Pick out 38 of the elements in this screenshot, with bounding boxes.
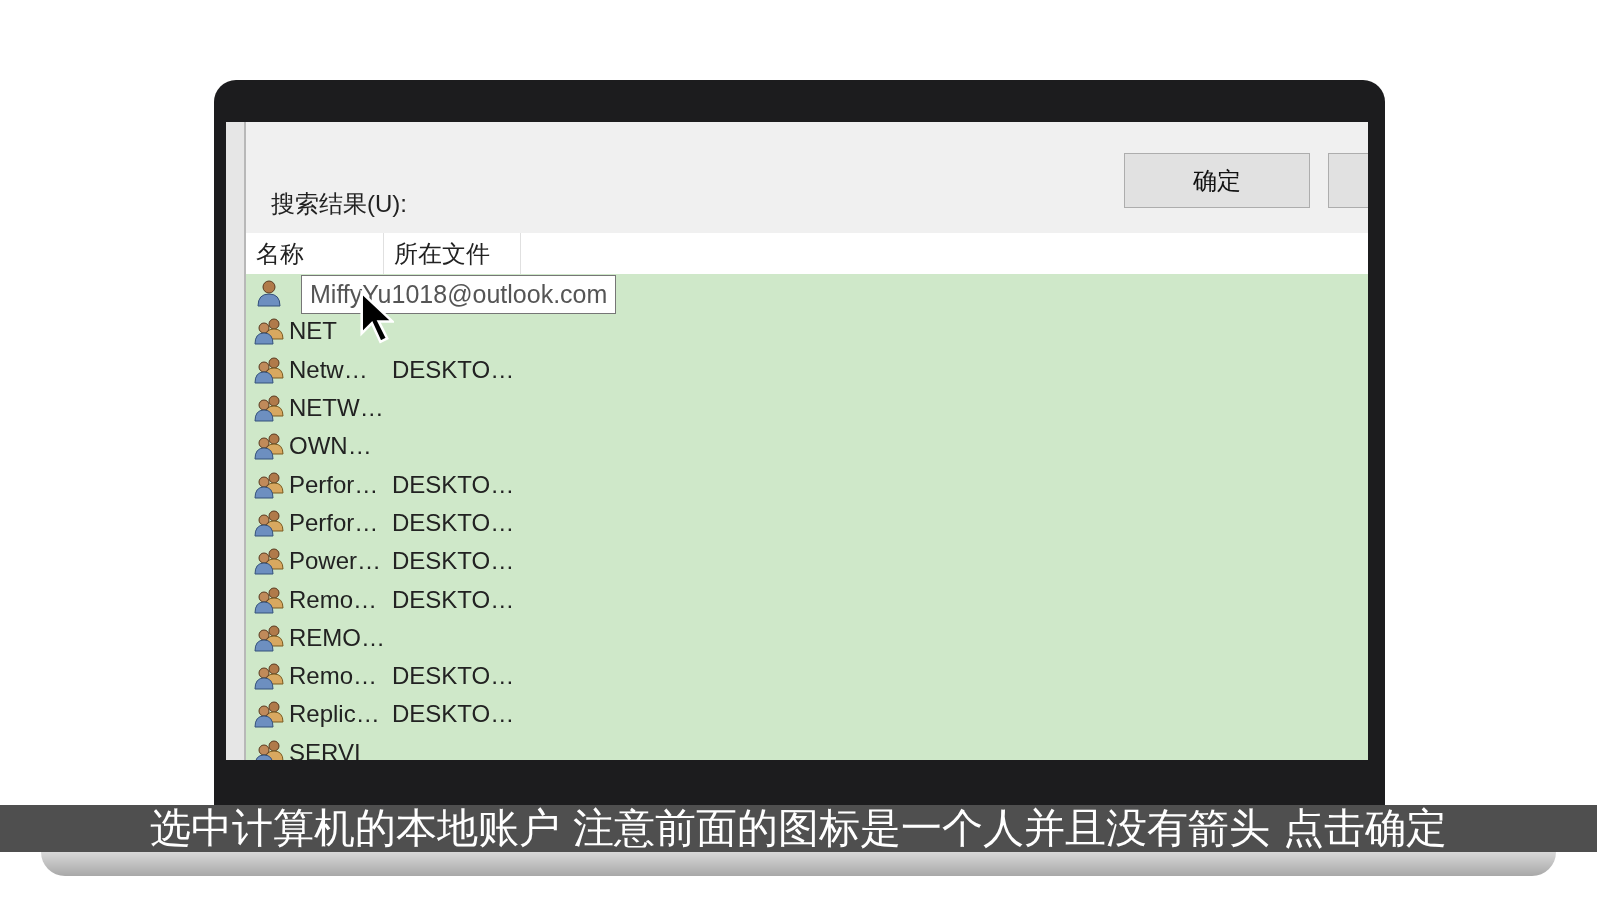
account-name[interactable]: NET <box>289 317 337 346</box>
account-name[interactable]: Netw… <box>289 355 368 384</box>
group-icon <box>254 317 284 346</box>
group-icon <box>254 623 284 652</box>
group-icon <box>254 738 284 760</box>
account-name[interactable]: Perfor… <box>289 508 379 537</box>
account-name[interactable]: REMO… <box>289 623 385 652</box>
group-icon <box>254 470 284 499</box>
group-icon <box>254 394 284 423</box>
group-icon <box>254 547 284 576</box>
folder-name: DESKTO… <box>392 662 515 691</box>
group-icon <box>254 700 284 729</box>
group-icon <box>254 432 284 461</box>
account-name[interactable]: NETW… <box>289 394 384 423</box>
group-icon <box>254 508 284 537</box>
account-name[interactable]: Replic… <box>289 700 380 729</box>
folder-name: DESKTO… <box>392 700 515 729</box>
group-icon <box>254 585 284 614</box>
folder-name: DESKTO… <box>392 470 515 499</box>
column-header[interactable]: 名称 <box>246 233 384 274</box>
account-name[interactable]: Perfor… <box>289 470 379 499</box>
account-name[interactable]: Power… <box>289 547 382 576</box>
account-name[interactable]: Remo… <box>289 585 378 614</box>
folder-name: DESKTO… <box>392 547 515 576</box>
account-name[interactable]: SERVI <box>289 738 361 760</box>
subtitle-text: 选中计算机的本地账户 注意前面的图标是一个人并且没有箭头 点击确定 <box>149 803 1448 854</box>
results-label: 搜索结果(U): <box>271 189 407 219</box>
column-header[interactable]: 所在文件 <box>384 233 521 274</box>
tooltip: MiffyYu1018@outlook.com <box>301 275 617 314</box>
account-name[interactable]: OWN… <box>289 432 372 461</box>
group-icon <box>254 355 284 384</box>
user-icon <box>254 279 284 308</box>
ok-button[interactable]: 确定 <box>1124 153 1310 208</box>
account-name[interactable]: Remo… <box>289 662 378 691</box>
folder-name: DESKTO… <box>392 355 515 384</box>
folder-name: DESKTO… <box>392 508 515 537</box>
folder-name: DESKTO… <box>392 585 515 614</box>
group-icon <box>254 662 284 691</box>
